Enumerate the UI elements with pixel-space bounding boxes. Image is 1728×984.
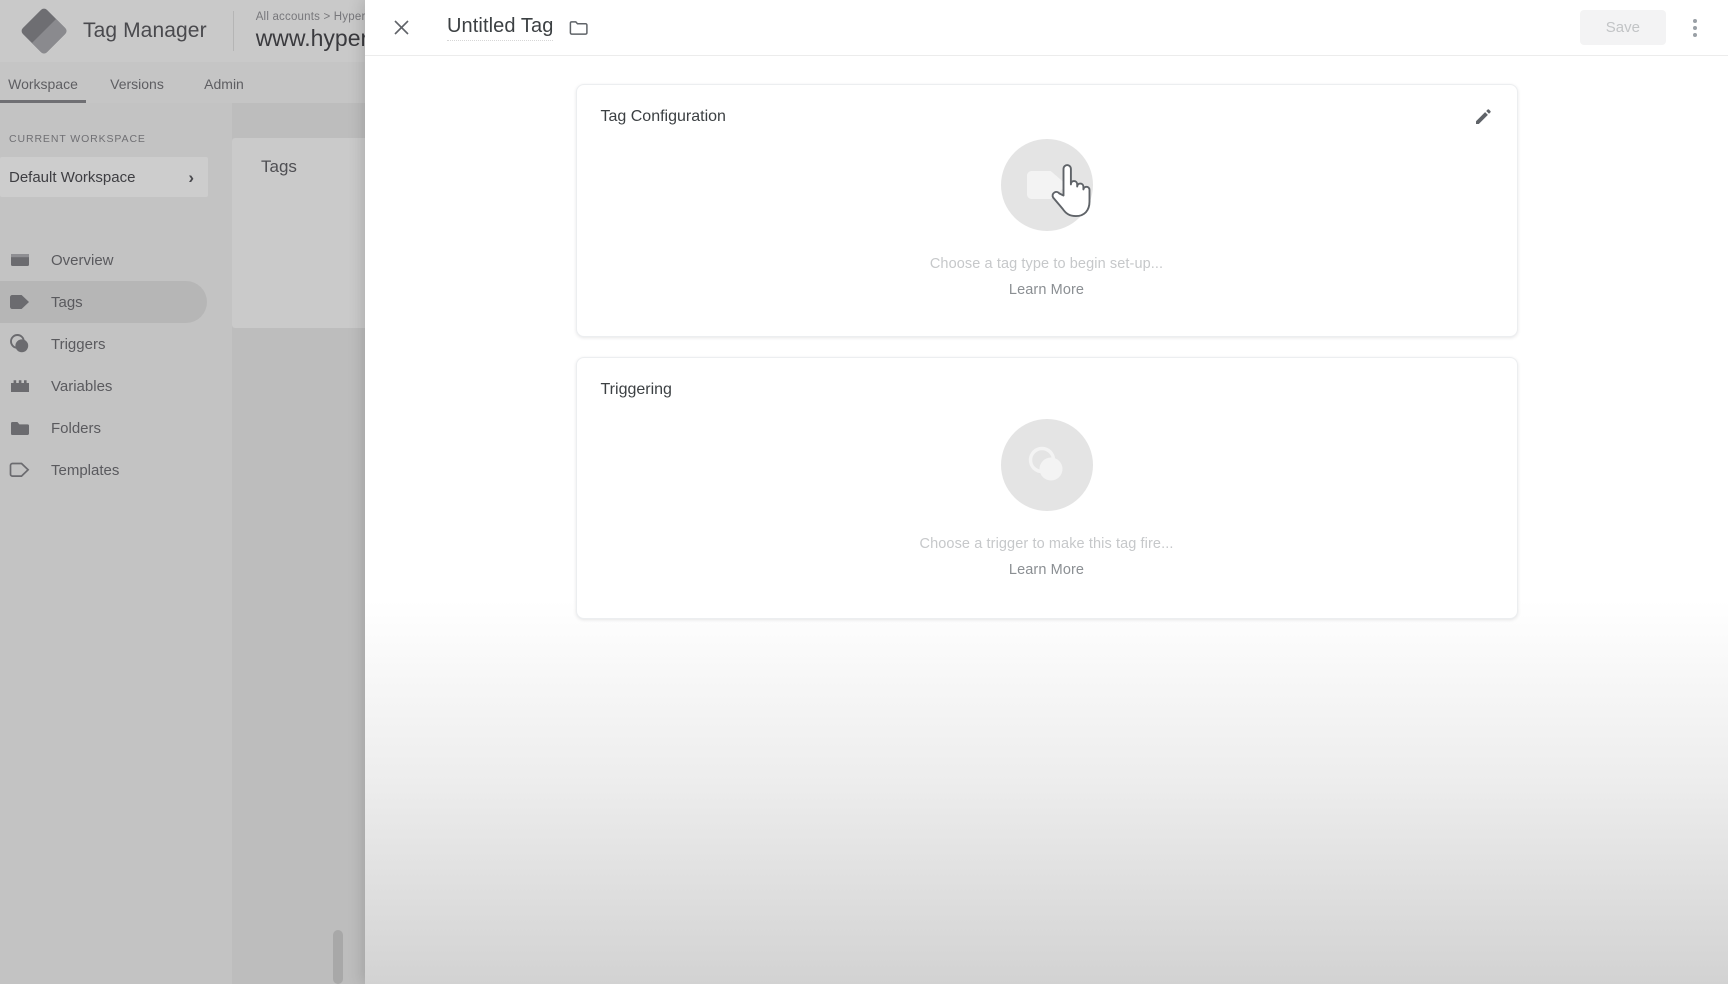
container-name: www.hypera — [255, 24, 381, 51]
screen-root: Tag Manager All accounts > Hyperi www.hy… — [0, 0, 1728, 984]
triggering-hint: Choose a trigger to make this tag fire..… — [919, 536, 1174, 552]
sidebar-item-label: Variables — [51, 377, 113, 395]
app-brand-title: Tag Manager — [83, 19, 207, 42]
sidebar-item-label: Triggers — [51, 335, 106, 353]
card-title: Tag Configuration — [600, 108, 726, 125]
template-icon — [9, 459, 31, 481]
trigger-icon — [1000, 419, 1093, 511]
modal-body: Tag Configuration Choose a tag type to b… — [365, 56, 1728, 619]
tag-config-learn-more-link[interactable]: Learn More — [1009, 282, 1084, 298]
variables-icon — [9, 375, 31, 397]
sidebar-nav: Overview Tags Triggers Variables Folders… — [0, 239, 232, 491]
card-title: Triggering — [600, 381, 672, 398]
sidebar-item-label: Folders — [51, 419, 102, 437]
sidebar-item-label: Templates — [51, 461, 120, 479]
triggering-learn-more-link[interactable]: Learn More — [1009, 562, 1084, 578]
sidebar-item-tags[interactable]: Tags — [0, 281, 207, 323]
sidebar-item-label: Tags — [51, 293, 83, 311]
workspace-name: Default Workspace — [9, 168, 136, 186]
breadcrumb: All accounts > Hyperi — [255, 10, 369, 23]
tag-configuration-card[interactable]: Tag Configuration Choose a tag type to b… — [575, 84, 1518, 337]
pointing-hand-cursor — [1051, 164, 1090, 218]
top-bar-divider — [232, 11, 234, 51]
chevron-right-icon: › — [188, 167, 194, 187]
sidebar: CURRENT WORKSPACE Default Workspace › Ov… — [0, 103, 232, 984]
sidebar-item-label: Overview — [51, 251, 114, 269]
sidebar-item-overview[interactable]: Overview — [0, 239, 232, 281]
more-vert-icon[interactable] — [1680, 8, 1710, 48]
tag-icon — [1000, 139, 1093, 231]
sidebar-item-folders[interactable]: Folders — [0, 407, 232, 449]
tag-name-input[interactable]: Untitled Tag — [447, 15, 554, 41]
account-selector[interactable]: All accounts > Hyperi www.hypera — [256, 11, 381, 52]
trigger-icon — [9, 333, 31, 355]
tab-versions[interactable]: Versions — [94, 76, 180, 103]
tab-admin[interactable]: Admin — [188, 76, 260, 103]
pencil-edit-icon[interactable] — [1471, 105, 1495, 129]
triggering-card[interactable]: Triggering Choose a trigger to make this… — [575, 357, 1518, 619]
tag-config-hint: Choose a tag type to begin set-up... — [929, 256, 1164, 272]
save-button[interactable]: Save — [1579, 10, 1666, 45]
folder-icon — [9, 417, 31, 439]
sidebar-section-label: CURRENT WORKSPACE — [9, 133, 146, 145]
sidebar-item-variables[interactable]: Variables — [0, 365, 232, 407]
tag-editor-modal: Untitled Tag Save Tag Configuration Choo… — [365, 0, 1728, 984]
triggering-empty-state[interactable]: Choose a trigger to make this tag fire..… — [577, 399, 1517, 618]
sidebar-item-templates[interactable]: Templates — [0, 449, 232, 491]
sidebar-item-triggers[interactable]: Triggers — [0, 323, 232, 365]
tag-config-empty-state[interactable]: Choose a tag type to begin set-up... Lea… — [577, 126, 1517, 336]
folder-icon[interactable] — [567, 17, 589, 39]
gtm-diamond-logo-icon — [19, 6, 69, 56]
workspace-switcher[interactable]: Default Workspace › — [0, 157, 208, 197]
tag-icon — [9, 291, 31, 313]
close-icon[interactable] — [389, 16, 413, 40]
overview-icon — [9, 249, 31, 271]
tab-workspace[interactable]: Workspace — [0, 76, 86, 103]
modal-header: Untitled Tag Save — [365, 0, 1728, 56]
vertical-scrollbar[interactable] — [333, 930, 343, 984]
